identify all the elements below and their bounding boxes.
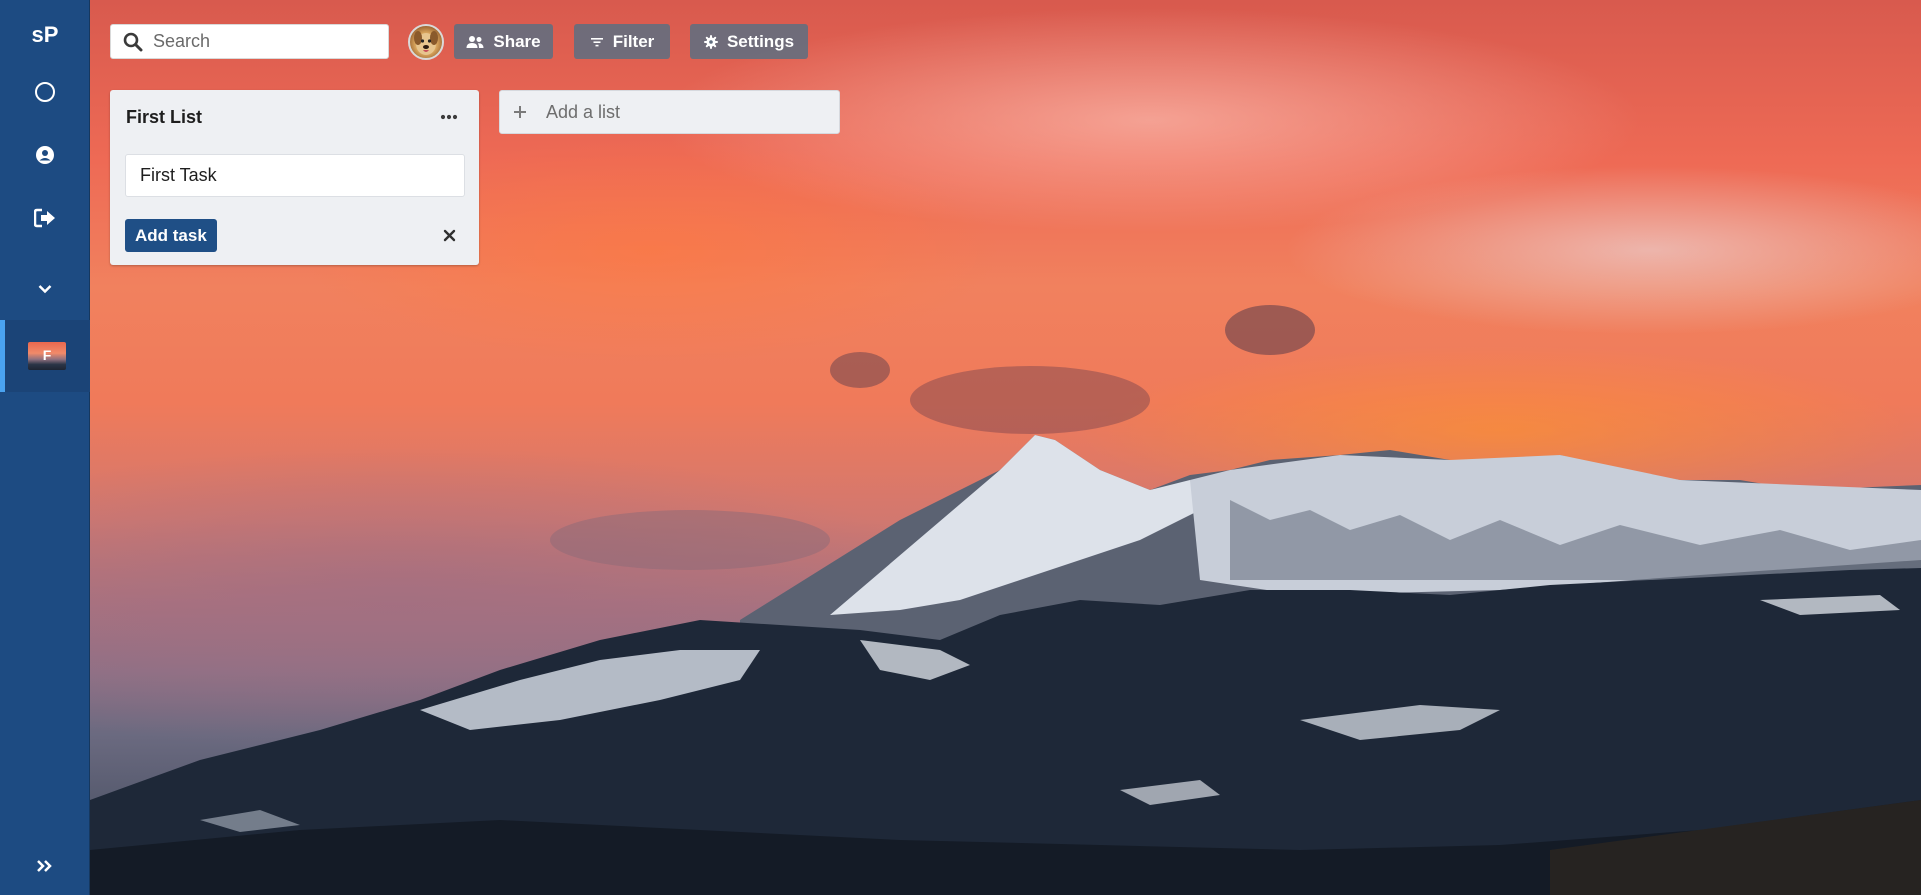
sign-out-icon[interactable] [33, 206, 57, 230]
active-board-indicator [0, 320, 5, 392]
avatar[interactable] [408, 24, 444, 60]
settings-button[interactable]: Settings [690, 24, 808, 59]
share-button[interactable]: Share [454, 24, 553, 59]
add-list-label: Add a list [546, 101, 621, 122]
filter-icon [590, 36, 604, 48]
share-button-label: Share [493, 31, 541, 51]
filter-button[interactable]: Filter [574, 24, 670, 59]
close-icon[interactable] [438, 224, 460, 246]
add-task-button[interactable]: Add task [125, 219, 217, 252]
ellipsis-icon[interactable] [436, 108, 462, 126]
search-icon [123, 32, 143, 52]
plus-icon [512, 104, 528, 120]
add-list-button[interactable]: Add a list [499, 90, 840, 134]
sidebar: sP F [0, 0, 90, 895]
list-first: First List Add task [110, 90, 479, 265]
board-thumbnail-letter: F [42, 347, 52, 363]
settings-button-label: Settings [726, 31, 795, 51]
app-logo[interactable]: sP [0, 22, 90, 48]
circle-icon[interactable] [33, 80, 57, 104]
search-input[interactable] [153, 31, 383, 52]
board-thumbnail: F [28, 342, 66, 370]
user-circle-icon[interactable] [33, 143, 57, 167]
new-task-input[interactable] [125, 154, 465, 197]
sidebar-board-first[interactable]: F [0, 320, 90, 392]
list-title[interactable]: First List [126, 107, 202, 128]
gear-icon [703, 34, 718, 49]
chevron-down-icon[interactable] [33, 277, 57, 301]
users-icon [466, 35, 484, 49]
double-chevron-right-icon[interactable] [33, 854, 57, 878]
search-box[interactable] [110, 24, 389, 59]
filter-button-label: Filter [612, 31, 655, 51]
